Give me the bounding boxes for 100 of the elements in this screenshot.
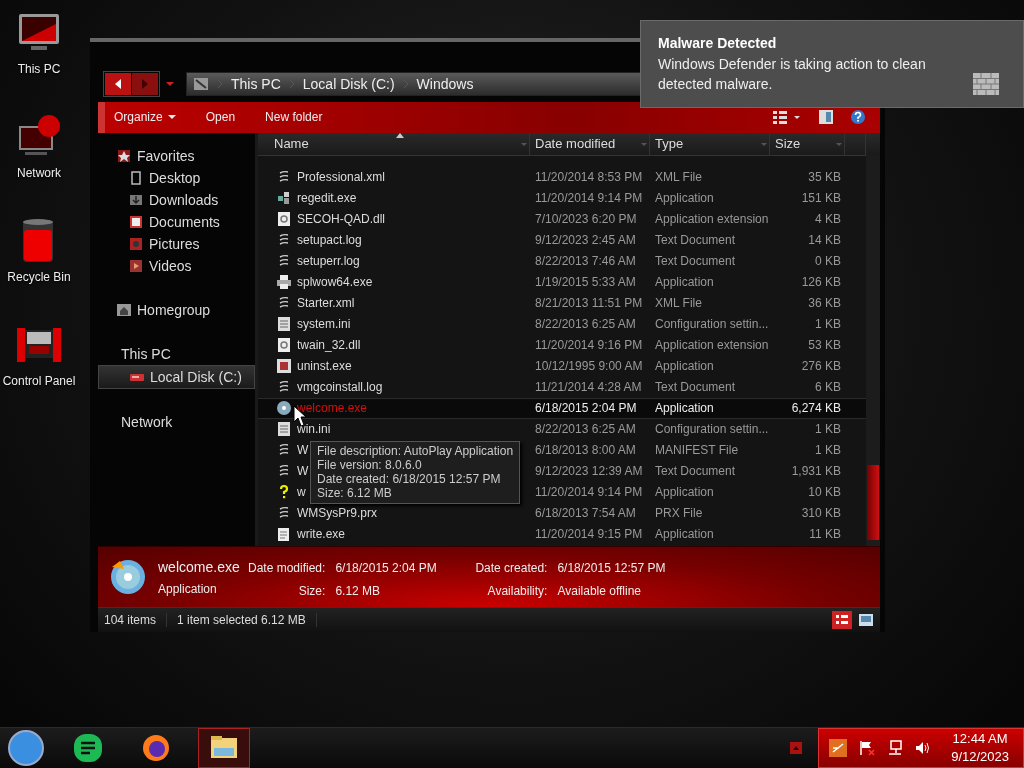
- type-cell-text: Application extension: [654, 212, 770, 227]
- type-cell-text: PRX File: [654, 506, 704, 521]
- detail-label: Date created:: [475, 560, 548, 575]
- toolbar-button[interactable]: Organize: [105, 106, 185, 129]
- desktop-icon-label[interactable]: This PC: [17, 62, 61, 76]
- registry-icon: [276, 190, 292, 207]
- date-cell-text: 9/12/2023 2:45 AM: [534, 233, 637, 248]
- size-cell-text: 10 KB: [807, 485, 842, 500]
- preview-pane-icon[interactable]: [818, 109, 834, 126]
- toolbar-button[interactable]: New folder: [256, 106, 332, 129]
- type-cell-text: Text Document: [654, 254, 737, 269]
- file-name[interactable]: splwow64.exe: [297, 275, 373, 290]
- file-name[interactable]: uninst.exe: [297, 359, 352, 374]
- size-cell-text: 1 KB: [814, 443, 842, 458]
- date-cell-text: 11/20/2014 9:16 PM: [534, 338, 644, 353]
- taskbar-button[interactable]: [198, 728, 250, 768]
- column-header[interactable]: Size: [770, 132, 845, 155]
- brick-wall-icon: [973, 73, 999, 95]
- navigation-item[interactable]: Favorites: [98, 144, 255, 167]
- notification[interactable]: Malware Detected Windows Defender is taking action to clean detected malware.: [640, 20, 1024, 108]
- type-cell-text: Application: [654, 359, 715, 374]
- desktop-icon-label[interactable]: Control Panel: [2, 374, 76, 388]
- navigation-item[interactable]: Desktop: [98, 166, 255, 189]
- column-header[interactable]: Date modified: [530, 132, 650, 155]
- size-cell-text: 35 KB: [807, 170, 842, 185]
- date-cell-text: 6/18/2015 2:04 PM: [534, 401, 638, 416]
- date-cell-text: 11/20/2014 9:15 PM: [534, 527, 644, 542]
- clock[interactable]: 12:44 AM 9/12/2023: [951, 730, 1009, 766]
- type-cell-text: Application: [654, 401, 715, 416]
- navigation-item[interactable]: Local Disk (C:): [98, 364, 255, 389]
- type-cell-text: Configuration settin...: [654, 422, 770, 437]
- breadcrumb[interactable]: This PC: [231, 75, 281, 92]
- file-name[interactable]: vmgcoinstall.log: [297, 380, 383, 395]
- chevron-icon: [401, 78, 410, 89]
- detail-label: Size:: [297, 583, 326, 598]
- date-cell-text: 6/18/2013 8:00 AM: [534, 443, 637, 458]
- size-cell-text: 276 KB: [800, 359, 842, 374]
- type-cell-text: Text Document: [654, 233, 737, 248]
- help-icon[interactable]: [850, 109, 866, 126]
- file-name[interactable]: welcome.exe: [297, 401, 368, 416]
- type-cell-text: XML File: [654, 170, 703, 185]
- navigation-item[interactable]: Downloads: [98, 188, 255, 211]
- file-name[interactable]: regedit.exe: [297, 191, 357, 206]
- large-icons-view-button[interactable]: [858, 613, 874, 627]
- size-cell-text: 310 KB: [800, 506, 842, 521]
- breadcrumb[interactable]: Local Disk (C:): [302, 75, 395, 92]
- printer-icon: [276, 274, 292, 291]
- file-name[interactable]: setupact.log: [297, 233, 362, 248]
- column-header[interactable]: Type: [650, 132, 770, 155]
- file-name[interactable]: Starter.xml: [297, 296, 355, 311]
- file-type: Application: [158, 581, 218, 596]
- file-name[interactable]: W: [297, 443, 309, 458]
- file-name[interactable]: SECOH-QAD.dll: [297, 212, 385, 227]
- navigation-item[interactable]: Pictures: [98, 232, 255, 255]
- toolbar-button[interactable]: Open: [196, 106, 245, 129]
- size-cell-text: 11 KB: [808, 527, 842, 542]
- caret-icon: [167, 114, 176, 121]
- size-cell-text: 4 KB: [814, 212, 842, 227]
- type-cell-text: XML File: [654, 296, 703, 311]
- gear-file-icon: [276, 211, 292, 228]
- detail-value: 6/18/2015 12:57 PM: [557, 560, 666, 575]
- show-hidden-icon[interactable]: [790, 742, 803, 754]
- navigation-item[interactable]: Videos: [98, 254, 255, 277]
- file-name[interactable]: win.ini: [297, 422, 331, 437]
- chevron-icon: [216, 78, 224, 89]
- scrollbar-thumb[interactable]: [867, 464, 879, 540]
- file-name[interactable]: Professional.xml: [297, 170, 386, 185]
- navigation-item[interactable]: Documents: [98, 210, 255, 233]
- desktop-icon-label[interactable]: Network: [17, 166, 61, 180]
- flag-icon[interactable]: [859, 740, 876, 756]
- size-cell-text: 1,931 KB: [790, 464, 842, 479]
- file-name[interactable]: system.ini: [297, 317, 351, 332]
- navigation-item[interactable]: This PC: [98, 342, 255, 365]
- file-name[interactable]: W: [297, 464, 309, 479]
- type-cell-text: Text Document: [654, 380, 737, 395]
- navigation-item[interactable]: Network: [98, 410, 255, 433]
- date-cell-text: 11/20/2014 9:14 PM: [534, 191, 644, 206]
- date-cell-text: 8/22/2013 6:25 AM: [534, 317, 637, 332]
- file-name[interactable]: write.exe: [297, 527, 346, 542]
- size-cell-text: 36 KB: [807, 296, 842, 311]
- breadcrumb[interactable]: Windows: [416, 75, 474, 92]
- details-view-button[interactable]: [832, 611, 852, 629]
- desktop-icon-label[interactable]: Recycle Bin: [7, 270, 71, 284]
- file-name[interactable]: twain_32.dll: [297, 338, 361, 353]
- file-name[interactable]: setuperr.log: [297, 254, 360, 269]
- date-cell-text: 8/22/2013 6:25 AM: [534, 422, 637, 437]
- speaker-icon[interactable]: [915, 740, 932, 756]
- view-options-icon[interactable]: [772, 109, 802, 126]
- installer-icon: [276, 358, 292, 375]
- disc-icon: [276, 400, 292, 417]
- app-tray-icon[interactable]: [829, 739, 848, 757]
- file-name[interactable]: w: [297, 485, 306, 500]
- item-count: 104 items: [98, 613, 168, 627]
- scrollbar[interactable]: [866, 154, 880, 547]
- navigation-item[interactable]: Homegroup: [98, 298, 255, 321]
- column-header[interactable]: Name: [258, 132, 530, 155]
- network-icon[interactable]: [887, 740, 904, 756]
- file-name[interactable]: WMSysPr9.prx: [297, 506, 377, 521]
- start-button[interactable]: [6, 728, 46, 768]
- back-button[interactable]: [105, 72, 131, 95]
